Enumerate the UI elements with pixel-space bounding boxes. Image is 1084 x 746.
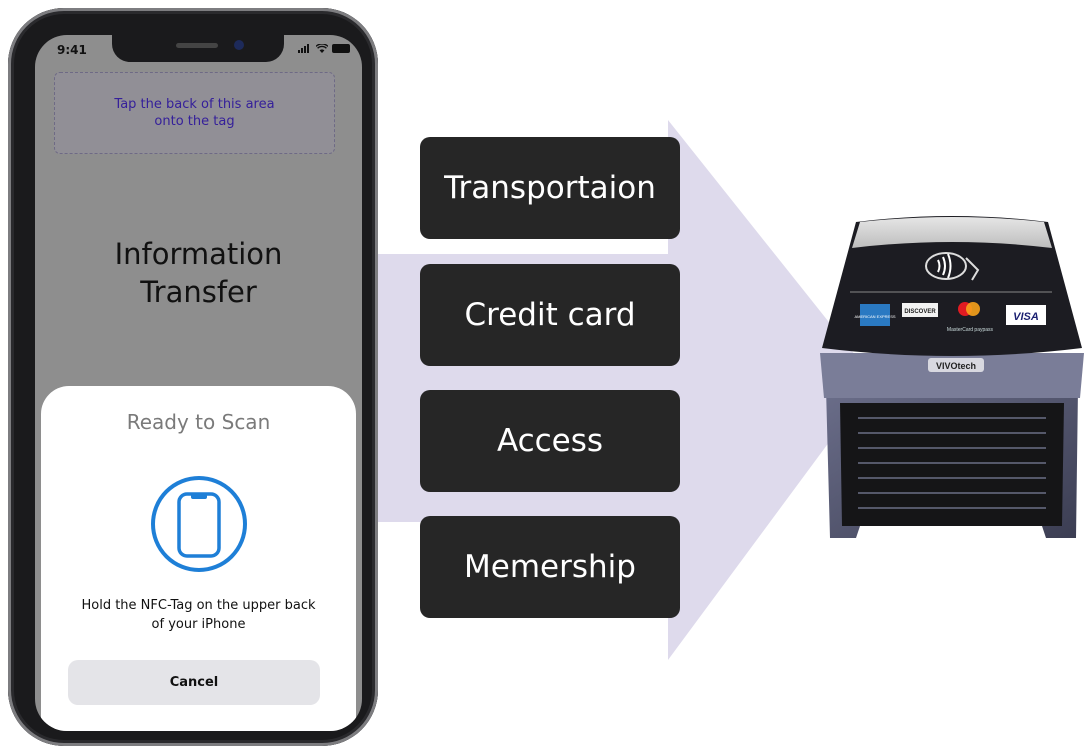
category-transportation: Transportaion — [420, 137, 680, 239]
phone-screen: 9:41 Tap the back of this area onto the … — [35, 35, 362, 731]
phone-scan-icon — [151, 476, 247, 572]
wifi-icon — [316, 44, 328, 53]
category-membership: Memership — [420, 516, 680, 618]
sheet-title: Ready to Scan — [126, 410, 271, 434]
front-camera — [234, 40, 244, 50]
visa-logo: VISA — [1013, 311, 1039, 323]
battery-icon — [332, 44, 350, 53]
terminal-brand: VIVOtech — [936, 361, 976, 371]
phone-notch — [112, 35, 284, 62]
cancel-button[interactable]: Cancel — [68, 660, 320, 705]
category-credit-card: Credit card — [420, 264, 680, 366]
nfc-tap-area[interactable]: Tap the back of this area onto the tag — [54, 72, 335, 154]
info-title: Information Transfer — [114, 237, 283, 309]
tap-area-text: Tap the back of this area onto the tag — [114, 97, 275, 129]
status-icons — [298, 44, 350, 53]
signal-icon — [298, 44, 312, 53]
status-time: 9:41 — [57, 43, 87, 57]
discover-logo: DISCOVER — [904, 309, 936, 315]
speaker — [176, 43, 218, 48]
iphone-mockup: 9:41 Tap the back of this area onto the … — [8, 8, 378, 746]
mastercard-logo: MasterCard paypass — [947, 327, 994, 333]
amex-logo: AMERICAN EXPRESS — [854, 314, 895, 319]
category-access: Access — [420, 390, 680, 492]
scan-sheet: Ready to Scan Hold the NFC-Tag on the up… — [41, 386, 356, 731]
nfc-payment-terminal: VIVOtech AMERICAN EXPRESS DISCOVER Maste… — [820, 216, 1084, 538]
sheet-message: Hold the NFC-Tag on the upper back of yo… — [81, 598, 316, 632]
